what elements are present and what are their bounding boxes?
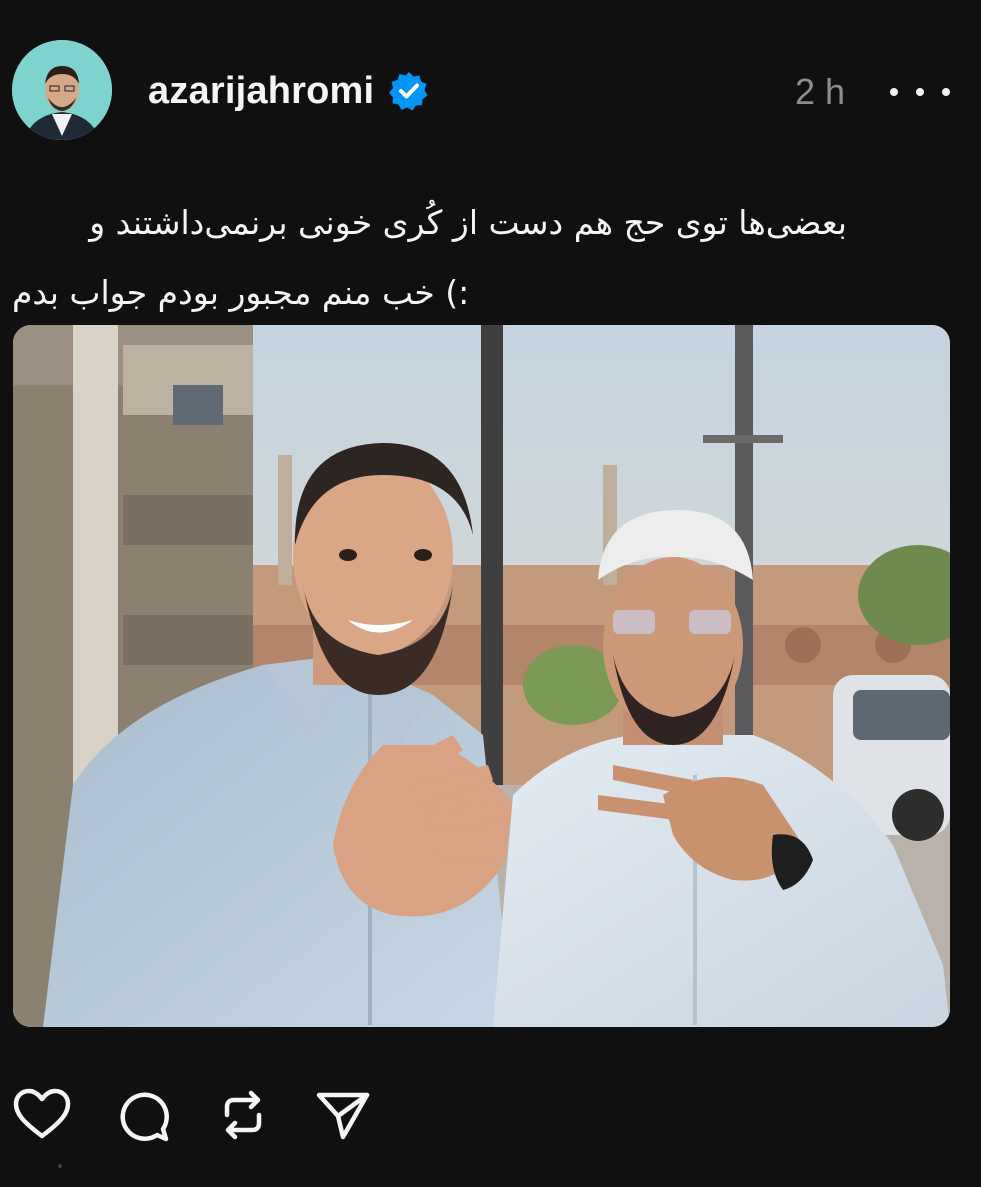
verified-badge-icon	[388, 70, 430, 112]
more-dot	[942, 88, 950, 96]
post-caption: بعضی‌ها توی حج هم دست از کُری خونی برنمی…	[12, 188, 847, 328]
more-dot	[916, 88, 924, 96]
username[interactable]: azarijahromi	[148, 68, 374, 114]
post-time: 2 h	[795, 71, 846, 112]
divider-dot	[58, 1164, 62, 1168]
heart-icon[interactable]	[12, 1085, 72, 1145]
post-actions	[0, 1085, 981, 1155]
more-options-icon[interactable]	[890, 72, 950, 112]
post-header: azarijahromi 2 h	[0, 0, 981, 170]
photo-image	[13, 325, 950, 1027]
more-dot	[890, 88, 898, 96]
send-icon[interactable]	[313, 1085, 373, 1145]
avatar-image	[12, 40, 112, 140]
caption-line: :) خب منم مجبور بودم جواب بدم	[12, 273, 470, 312]
caption-line: بعضی‌ها توی حج هم دست از کُری خونی برنمی…	[89, 203, 847, 242]
repost-icon[interactable]	[213, 1085, 273, 1145]
avatar[interactable]	[12, 40, 112, 140]
post-photo[interactable]	[13, 325, 950, 1027]
comment-icon[interactable]	[113, 1085, 173, 1145]
